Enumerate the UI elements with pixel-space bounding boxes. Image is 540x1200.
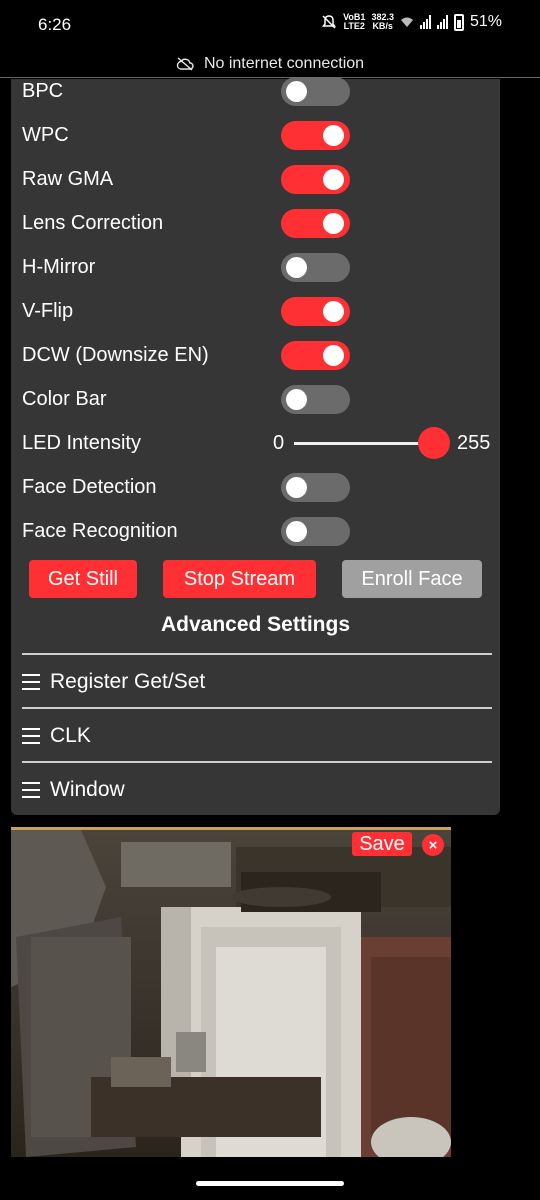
v-flip-toggle[interactable] — [281, 296, 350, 326]
cloud-off-icon — [176, 56, 194, 71]
setting-label: WPC — [22, 123, 69, 146]
setting-label: Face Detection — [22, 475, 157, 498]
divider — [22, 707, 492, 709]
toggle-knob — [286, 388, 307, 410]
setting-row-raw-gma: Raw GMA — [22, 159, 492, 199]
section-window[interactable]: Window — [22, 770, 492, 810]
divider — [22, 653, 492, 655]
setting-row-v-flip: V-Flip — [22, 291, 492, 331]
status-bar: 6:26 VoB1 LTE2 382.3 KB/s 51% — [0, 0, 540, 50]
battery-icon — [453, 13, 464, 31]
menu-icon — [22, 728, 40, 744]
setting-label: BPC — [22, 79, 64, 102]
setting-row-dcw: DCW (Downsize EN) — [22, 335, 492, 375]
lens-correction-toggle[interactable] — [281, 208, 350, 238]
signal-icon-2 — [436, 15, 448, 29]
section-clk[interactable]: CLK — [22, 716, 492, 756]
section-register-get-set[interactable]: Register Get/Set — [22, 662, 492, 702]
no-internet-text: No internet connection — [203, 54, 365, 72]
menu-icon — [22, 674, 40, 690]
wifi-icon — [400, 17, 413, 27]
setting-row-face-recognition: Face Recognition — [22, 511, 492, 551]
status-icons: VoB1 LTE2 382.3 KB/s 51% — [321, 13, 502, 31]
close-stream-button[interactable]: × — [422, 834, 444, 856]
toggle-knob — [323, 212, 344, 234]
h-mirror-toggle[interactable] — [281, 252, 350, 282]
slider-thumb[interactable] — [418, 427, 450, 459]
clock: 6:26 — [38, 15, 72, 34]
section-label: Register Get/Set — [50, 670, 206, 693]
toggle-knob — [323, 168, 344, 190]
toggle-knob — [323, 300, 344, 322]
toggle-knob — [286, 520, 307, 542]
setting-row-face-detection: Face Detection — [22, 467, 492, 507]
slider-max-label: 255 — [457, 431, 491, 454]
setting-label: LED Intensity — [22, 431, 141, 454]
network-type: VoB1 LTE2 — [343, 12, 366, 31]
advanced-settings-title: Advanced Settings — [160, 613, 351, 636]
signal-icon — [419, 15, 431, 29]
setting-row-led-intensity: LED Intensity 0 255 — [22, 423, 492, 463]
toggle-knob — [286, 80, 307, 102]
stop-stream-button[interactable]: Stop Stream — [163, 560, 316, 598]
toggle-knob — [323, 124, 344, 146]
section-label: Window — [50, 778, 125, 801]
setting-row-color-bar: Color Bar — [22, 379, 492, 419]
toggle-knob — [323, 344, 344, 366]
home-indicator[interactable] — [196, 1181, 344, 1186]
setting-label: H-Mirror — [22, 255, 96, 278]
raw-gma-toggle[interactable] — [281, 164, 350, 194]
camera-stream — [11, 827, 451, 1157]
toggle-knob — [286, 256, 307, 278]
save-button[interactable]: Save — [352, 832, 412, 856]
led-intensity-slider[interactable] — [294, 441, 435, 445]
notifications-off-icon — [322, 15, 337, 29]
setting-label: DCW (Downsize EN) — [22, 343, 209, 366]
network-speed: 382.3 KB/s — [371, 12, 394, 31]
settings-panel: BPC WPC Raw GMA Lens Correction H-Mirror… — [11, 76, 500, 815]
get-still-button[interactable]: Get Still — [29, 560, 137, 598]
setting-row-wpc: WPC — [22, 115, 492, 155]
enroll-face-button[interactable]: Enroll Face — [342, 560, 482, 598]
slider-min-label: 0 — [273, 431, 285, 454]
setting-label: Raw GMA — [22, 167, 114, 190]
face-detection-toggle[interactable] — [281, 472, 350, 502]
setting-label: Lens Correction — [22, 211, 164, 234]
setting-row-h-mirror: H-Mirror — [22, 247, 492, 287]
setting-row-lens-correction: Lens Correction — [22, 203, 492, 243]
color-bar-toggle[interactable] — [281, 384, 350, 414]
face-recognition-toggle[interactable] — [281, 516, 350, 546]
menu-icon — [22, 782, 40, 798]
setting-label: Face Recognition — [22, 519, 178, 542]
stream-image — [11, 830, 451, 1157]
setting-row-bpc: BPC — [22, 71, 492, 111]
battery-percent: 51% — [469, 13, 502, 30]
wpc-toggle[interactable] — [281, 120, 350, 150]
toggle-knob — [286, 476, 307, 498]
section-label: CLK — [50, 724, 91, 747]
dcw-toggle[interactable] — [281, 340, 350, 370]
setting-label: V-Flip — [22, 299, 74, 322]
divider — [22, 761, 492, 763]
setting-label: Color Bar — [22, 387, 107, 410]
bpc-toggle[interactable] — [281, 76, 350, 106]
